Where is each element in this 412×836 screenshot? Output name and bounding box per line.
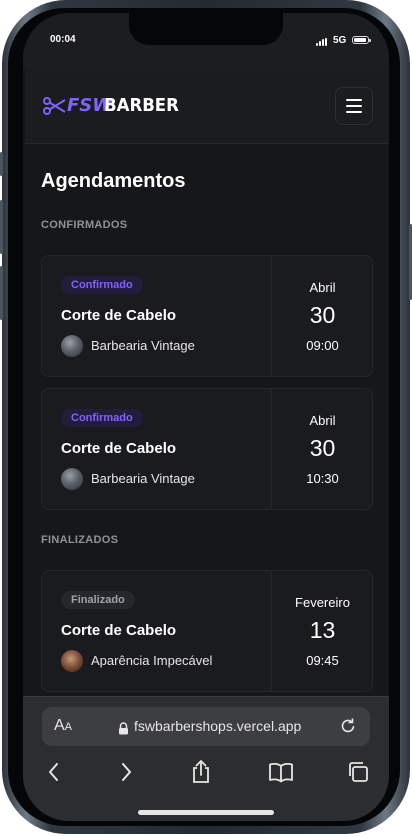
text-size-label-small: A: [64, 721, 73, 733]
share-icon[interactable]: [186, 757, 216, 787]
barbershop-name: Aparência Impecável: [91, 653, 213, 668]
signal-icon: [316, 38, 329, 46]
booking-details: Confirmado Corte de Cabelo Barbearia Vin…: [42, 389, 272, 509]
booking-time: 10:30: [306, 471, 339, 486]
booking-time: 09:00: [306, 338, 339, 353]
barbershop-avatar: [61, 650, 83, 672]
text-size-button[interactable]: AA: [54, 717, 72, 735]
status-badge: Confirmado: [61, 276, 143, 294]
address-bar[interactable]: AA fswbarbershops.vercel.app: [42, 707, 370, 746]
booking-date: Abril 30 09:00: [271, 256, 374, 376]
booking-card[interactable]: Finalizado Corte de Cabelo Aparência Imp…: [41, 570, 373, 692]
url-text: fswbarbershops.vercel.app: [134, 718, 302, 734]
barbershop-avatar: [61, 468, 83, 490]
phone-screen: 00:04 5G FSW BARBER Agendamentos CONFIRM…: [23, 13, 389, 821]
status-time: 00:04: [50, 34, 76, 45]
tabs-icon[interactable]: [344, 757, 374, 787]
barbershop-name: Barbearia Vintage: [91, 471, 195, 486]
booking-details: Finalizado Corte de Cabelo Aparência Imp…: [42, 571, 272, 691]
barbershop-name: Barbearia Vintage: [91, 338, 195, 353]
network-label: 5G: [333, 35, 347, 46]
text-size-label-large: A: [54, 717, 65, 734]
booking-month: Abril: [309, 280, 336, 295]
booking-card[interactable]: Confirmado Corte de Cabelo Barbearia Vin…: [41, 388, 373, 510]
booking-day: 30: [309, 302, 336, 328]
back-icon[interactable]: [39, 757, 69, 787]
home-indicator: [138, 810, 274, 815]
booking-month: Fevereiro: [295, 595, 350, 610]
booking-details: Confirmado Corte de Cabelo Barbearia Vin…: [42, 256, 272, 376]
volume-up-button: [0, 200, 3, 254]
service-name: Corte de Cabelo: [61, 622, 177, 639]
lock-icon: [118, 722, 129, 740]
app-header: FSW BARBER: [25, 67, 389, 144]
volume-down-button: [0, 266, 3, 320]
booking-month: Abril: [309, 413, 336, 428]
booking-card[interactable]: Confirmado Corte de Cabelo Barbearia Vin…: [41, 255, 373, 377]
logo-text: BARBER: [104, 95, 179, 116]
section-label-confirmed: CONFIRMADOS: [41, 219, 128, 231]
silent-switch: [0, 152, 3, 176]
barbershop-avatar: [61, 335, 83, 357]
status-bar: 00:04 5G: [23, 13, 389, 67]
browser-toolbar: AA fswbarbershops.vercel.app: [23, 696, 389, 821]
status-badge: Finalizado: [61, 591, 135, 609]
booking-day: 30: [309, 435, 336, 461]
bookmarks-icon[interactable]: [266, 757, 296, 787]
reload-icon[interactable]: [339, 717, 357, 740]
booking-date: Abril 30 10:30: [271, 389, 374, 509]
status-badge: Confirmado: [61, 409, 143, 427]
battery-icon: [352, 36, 371, 44]
forward-icon[interactable]: [111, 757, 141, 787]
menu-button[interactable]: [335, 87, 373, 125]
booking-day: 13: [309, 617, 336, 643]
service-name: Corte de Cabelo: [61, 307, 177, 324]
section-label-finished: FINALIZADOS: [41, 534, 119, 546]
booking-time: 09:45: [306, 653, 339, 668]
notch: [129, 13, 283, 45]
service-name: Corte de Cabelo: [61, 440, 177, 457]
scissors-icon: [42, 97, 66, 120]
booking-date: Fevereiro 13 09:45: [271, 571, 374, 691]
page-title: Agendamentos: [41, 170, 186, 192]
